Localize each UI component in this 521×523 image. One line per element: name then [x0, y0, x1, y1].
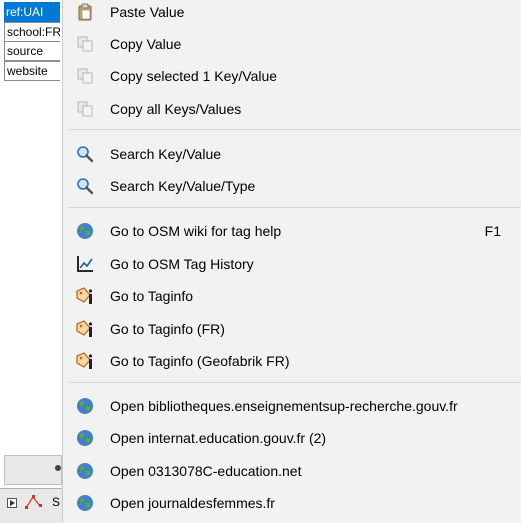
menu-item-label: Copy selected 1 Key/Value [110, 68, 278, 84]
menu-item-search-key-value[interactable]: Search Key/Value [63, 138, 521, 170]
copy-icon [77, 101, 93, 117]
globe-icon [77, 463, 93, 479]
panel-button[interactable] [4, 455, 62, 485]
menu-item-label: Go to Taginfo (FR) [110, 321, 225, 337]
menu-separator [69, 129, 521, 130]
menu-item-label: Go to OSM Tag History [110, 256, 254, 272]
menu-item-open-internat[interactable]: Open internat.education.gouv.fr (2) [63, 422, 521, 454]
context-menu: Paste Value Copy Value Copy selected 1 K… [62, 0, 521, 522]
menu-item-copy-value[interactable]: Copy Value [63, 28, 521, 60]
menu-item-label: Open journaldesfemmes.fr [110, 495, 275, 511]
globe-icon [77, 495, 93, 511]
copy-icon [77, 36, 93, 52]
menu-item-copy-selected[interactable]: Copy selected 1 Key/Value [63, 60, 521, 92]
copy-icon [77, 68, 93, 84]
menu-item-copy-all[interactable]: Copy all Keys/Values [63, 93, 521, 125]
taginfo-icon [76, 352, 93, 369]
menu-item-label: Go to Taginfo [110, 288, 194, 304]
tag-row-source[interactable]: source [4, 41, 60, 61]
button-dot-icon [55, 465, 61, 471]
taginfo-icon [76, 320, 93, 337]
globe-icon [77, 223, 93, 239]
menu-separator [69, 207, 521, 208]
menu-item-osm-tag-history[interactable]: Go to OSM Tag History [63, 248, 521, 280]
menu-item-label: Open 0313078C-education.net [110, 463, 302, 479]
search-icon [77, 146, 94, 163]
panel-label: S [52, 495, 61, 509]
menu-item-taginfo-fr[interactable]: Go to Taginfo (FR) [63, 313, 521, 345]
relation-icon [25, 495, 42, 509]
menu-item-label: Paste Value [110, 4, 185, 20]
search-icon [77, 178, 94, 195]
tag-row-website[interactable]: website [4, 61, 60, 81]
menu-item-label: Copy Value [110, 36, 182, 52]
menu-item-taginfo[interactable]: Go to Taginfo [63, 280, 521, 312]
paste-icon [78, 3, 92, 21]
globe-icon [77, 430, 93, 446]
menu-item-open-bibliotheques[interactable]: Open bibliotheques.enseignementsup-reche… [63, 390, 521, 422]
menu-item-label: Search Key/Value/Type [110, 178, 256, 194]
menu-item-taginfo-geofabrik-fr[interactable]: Go to Taginfo (Geofabrik FR) [63, 345, 521, 377]
tag-table: ref:UAI school:FR source website [0, 0, 63, 522]
tag-row-ref-uai[interactable]: ref:UAI [4, 2, 60, 22]
tag-row-school-fr[interactable]: school:FR [4, 22, 60, 42]
chart-icon [77, 256, 93, 272]
menu-item-label: Open internat.education.gouv.fr (2) [110, 430, 327, 446]
menu-item-osm-wiki[interactable]: Go to OSM wiki for tag help F1 [63, 215, 521, 247]
menu-item-label: Copy all Keys/Values [110, 101, 242, 117]
shortcut-label: F1 [484, 223, 501, 239]
taginfo-icon [76, 287, 93, 304]
menu-item-open-journaldesfemmes[interactable]: Open journaldesfemmes.fr [63, 487, 521, 519]
menu-separator [69, 382, 521, 383]
expand-icon[interactable] [7, 498, 17, 508]
menu-item-label: Open bibliotheques.enseignementsup-reche… [110, 398, 458, 414]
menu-item-label: Go to Taginfo (Geofabrik FR) [110, 353, 290, 369]
menu-item-open-education-net[interactable]: Open 0313078C-education.net [63, 455, 521, 487]
menu-item-label: Search Key/Value [110, 146, 222, 162]
menu-item-search-key-value-type[interactable]: Search Key/Value/Type [63, 170, 521, 202]
menu-item-paste-value[interactable]: Paste Value [63, 0, 521, 28]
menu-item-label: Go to OSM wiki for tag help [110, 223, 282, 239]
globe-icon [77, 398, 93, 414]
